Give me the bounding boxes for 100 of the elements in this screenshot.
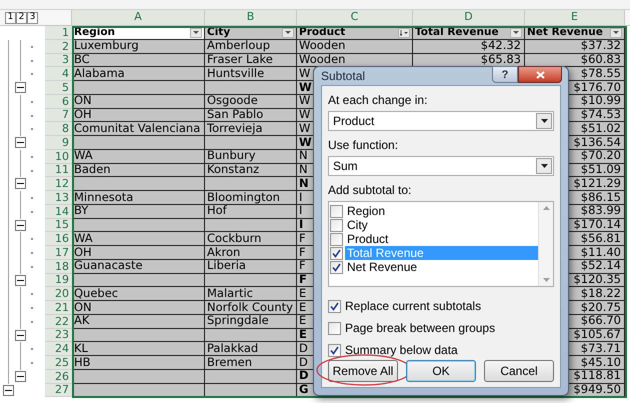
table-cell: ON [72, 94, 205, 108]
checkbox[interactable] [330, 232, 343, 246]
table-cell: $60.83 [525, 54, 625, 68]
table-cell: Fraser Lake [205, 54, 297, 68]
table-cell: Osgoode [205, 94, 297, 108]
collapse-button[interactable] [15, 82, 26, 93]
column-header[interactable]: D [413, 10, 525, 25]
table-cell: WA [72, 150, 205, 164]
row-number: 14 [45, 204, 72, 218]
table-cell: San Pablo [205, 108, 297, 122]
collapse-button[interactable] [15, 274, 26, 286]
row-number: 15 [45, 218, 72, 232]
table-cell: BC [72, 54, 205, 68]
table-cell: Malartic [205, 287, 297, 301]
table-cell: Minnesota [72, 191, 205, 205]
row-number: 23 [45, 328, 72, 342]
table-cell: Amberloup [205, 40, 297, 54]
dropdown-icon [536, 158, 552, 174]
table-cell: ON [72, 301, 205, 315]
row-number: 6 [45, 94, 72, 108]
row-number: 3 [45, 54, 72, 68]
table-cell: Cockburn [205, 232, 297, 246]
table-cell: Konstanz [205, 164, 297, 178]
row-number: 18 [45, 260, 72, 274]
collapse-button[interactable] [15, 178, 26, 190]
column-header[interactable]: A [72, 10, 205, 25]
checkbox[interactable] [330, 260, 343, 274]
filter-dropdown-icon[interactable] [282, 28, 294, 38]
table-cell: Torrevieja [205, 122, 297, 136]
table-cell: Springdale [205, 314, 297, 328]
checkbox[interactable] [328, 300, 341, 312]
function-select[interactable]: Sum [328, 156, 554, 176]
dropdown-icon [536, 113, 552, 129]
checkbox[interactable] [330, 218, 343, 232]
collapse-button[interactable] [15, 370, 26, 382]
table-cell: OH [72, 108, 205, 122]
table-cell: Bloomington [205, 191, 297, 205]
table-cell: Luxemburg [72, 40, 205, 54]
row-number: 5 [45, 81, 72, 95]
table-cell: WA [72, 232, 205, 246]
row-number: 21 [45, 301, 72, 315]
column-header[interactable]: C [297, 10, 413, 25]
filter-dropdown-icon[interactable] [510, 28, 522, 38]
row-number: 10 [45, 150, 72, 164]
table-cell: Palakkad [205, 342, 297, 356]
collapse-button[interactable] [15, 220, 26, 230]
row-number: 11 [45, 164, 72, 178]
row-number: 22 [45, 314, 72, 328]
filter-dropdown-icon[interactable] [610, 28, 622, 38]
table-cell: AK [72, 314, 205, 328]
row-number: 7 [45, 108, 72, 122]
table-cell: OH [72, 246, 205, 260]
checkbox[interactable] [328, 322, 341, 334]
table-cell: Guanacaste [72, 260, 205, 274]
row-number: 27 [45, 384, 72, 398]
table-cell: Akron [205, 246, 297, 260]
checkbox[interactable] [330, 204, 343, 218]
table-cell: $42.32 [413, 40, 525, 54]
checkbox[interactable] [328, 344, 341, 356]
close-button[interactable] [518, 66, 562, 83]
collapse-button[interactable] [15, 330, 26, 340]
column-header[interactable]: B [205, 10, 297, 25]
column-header[interactable]: E [525, 10, 625, 25]
table-cell: Alabama [72, 67, 205, 81]
dialog-button[interactable]: Remove All [328, 360, 398, 382]
help-button[interactable]: ? [492, 66, 518, 83]
row-number: 13 [45, 191, 72, 205]
row-number: 20 [45, 287, 72, 301]
row-number: 26 [45, 370, 72, 384]
row-number: 1 [45, 26, 72, 40]
dialog-button[interactable]: OK [406, 360, 476, 382]
table-cell: Hof [205, 204, 297, 218]
row-number: 17 [45, 246, 72, 260]
row-number: 12 [45, 177, 72, 191]
dialog-button[interactable]: Cancel [484, 360, 554, 382]
row-number: 9 [45, 136, 72, 150]
row-number: 25 [45, 356, 72, 370]
collapse-button[interactable] [3, 384, 14, 396]
filter-dropdown-icon[interactable] [190, 28, 202, 38]
row-number: 16 [45, 232, 72, 246]
collapse-button[interactable] [15, 137, 26, 148]
table-cell: BY [72, 204, 205, 218]
change-field-select[interactable]: Product [328, 111, 554, 131]
table-cell: $37.32 [525, 40, 625, 54]
table-cell: Wooden [297, 40, 413, 54]
row-number: 24 [45, 342, 72, 356]
table-cell: Comunitat Valenciana [72, 122, 205, 136]
row-number: 19 [45, 274, 72, 288]
table-cell: HB [72, 356, 205, 370]
outline-level-button[interactable]: 1 [5, 12, 16, 24]
checkbox[interactable] [330, 246, 343, 260]
sort-filter-icon[interactable] [398, 28, 410, 38]
outline-level-button[interactable]: 3 [27, 12, 38, 24]
table-cell: Quebec [72, 287, 205, 301]
close-icon [536, 70, 544, 78]
row-number: 4 [45, 67, 72, 81]
table-cell: Norfolk County [205, 301, 297, 315]
row-number: 2 [45, 40, 72, 54]
outline-level-button[interactable]: 2 [16, 12, 27, 24]
table-cell: KL [72, 342, 205, 356]
